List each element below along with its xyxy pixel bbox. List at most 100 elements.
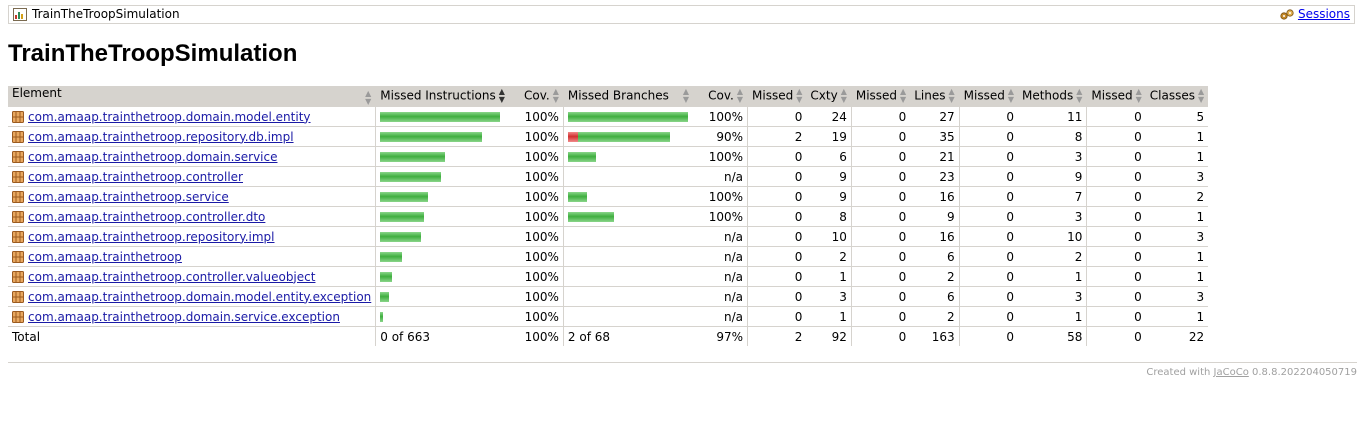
branch-covered-bar — [567, 211, 614, 222]
methods-cell: 1 — [1017, 306, 1087, 327]
missed-lines-cell: 0 — [850, 126, 911, 147]
header-instruction-coverage[interactable]: Cov. ▲ ▼ — [508, 86, 564, 107]
missed-classes-cell: 0 — [1086, 186, 1146, 207]
missed-instructions-cell — [375, 186, 509, 207]
package-link[interactable]: com.amaap.trainthetroop.domain.service.e… — [28, 310, 340, 324]
classes-cell: 1 — [1145, 126, 1209, 147]
element-cell: com.amaap.trainthetroop.domain.service — [8, 146, 376, 167]
branch-covered-bar — [567, 151, 596, 162]
table-row: com.amaap.trainthetroop.controller.value… — [8, 266, 1209, 287]
package-link[interactable]: com.amaap.trainthetroop.controller.value… — [28, 270, 315, 284]
table-header-row: Element ▲ ▼ Missed Instructions ▲ ▼ Cov. ▲ ▼ M… — [8, 86, 1209, 107]
element-cell: com.amaap.trainthetroop.controller.dto — [8, 206, 376, 227]
element-cell: com.amaap.trainthetroop.repository.db.im… — [8, 126, 376, 147]
header-complexity[interactable]: Cxty ▲ ▼ — [806, 86, 852, 107]
header-missed-instructions[interactable]: Missed Instructions ▲ ▼ — [375, 86, 509, 107]
package-link[interactable]: com.amaap.trainthetroop.controller.dto — [28, 210, 265, 224]
instruction-covered-bar — [380, 251, 403, 262]
jacoco-link[interactable]: JaCoCo — [1214, 367, 1249, 378]
classes-cell: 3 — [1145, 286, 1209, 307]
table-row: com.amaap.trainthetroop.controller 100% n/… — [8, 166, 1209, 187]
missed-lines-cell: 0 — [850, 266, 911, 287]
methods-cell: 10 — [1017, 226, 1087, 247]
header-branch-coverage[interactable]: Cov. ▲ ▼ — [693, 86, 748, 107]
missed-instructions-cell — [375, 226, 509, 247]
instruction-coverage-bar — [380, 227, 505, 246]
element-cell: com.amaap.trainthetroop.controller — [8, 166, 376, 187]
table-row: com.amaap.trainthetroop.controller.dto 10… — [8, 206, 1209, 227]
sessions-link[interactable]: Sessions — [1298, 7, 1350, 21]
missed-lines-cell: 0 — [850, 286, 911, 307]
header-classes[interactable]: Classes ▲ ▼ — [1145, 86, 1209, 107]
table-row: com.amaap.trainthetroop.repository.db.im… — [8, 126, 1209, 147]
branch-coverage-bar — [567, 147, 689, 166]
instruction-covered-bar — [380, 271, 393, 282]
missed-classes-cell: 0 — [1086, 266, 1146, 287]
table-row: com.amaap.trainthetroop.repository.impl 1… — [8, 226, 1209, 247]
package-link[interactable]: com.amaap.trainthetroop.domain.model.ent… — [28, 290, 371, 304]
branch-coverage-cell: 100% — [693, 206, 748, 227]
branch-coverage-cell: n/a — [693, 266, 748, 287]
package-link[interactable]: com.amaap.trainthetroop.service — [28, 190, 229, 204]
classes-cell: 1 — [1145, 266, 1209, 287]
total-missed-methods: 0 — [958, 326, 1018, 346]
package-icon — [12, 290, 24, 303]
header-missed-complexity[interactable]: Missed ▲ ▼ — [747, 86, 807, 107]
classes-cell: 3 — [1145, 166, 1209, 187]
total-methods: 58 — [1017, 326, 1087, 346]
instruction-covered-bar — [380, 191, 429, 202]
instruction-covered-bar — [380, 171, 442, 182]
coverage-table: Element ▲ ▼ Missed Instructions ▲ ▼ Cov. ▲ ▼ M… — [8, 86, 1209, 346]
element-cell: com.amaap.trainthetroop.controller.value… — [8, 266, 376, 287]
lines-cell: 21 — [910, 146, 960, 167]
complexity-cell: 24 — [806, 106, 852, 127]
header-missed-methods[interactable]: Missed ▲ ▼ — [958, 86, 1018, 107]
lines-cell: 23 — [910, 166, 960, 187]
missed-branches-cell — [562, 146, 694, 167]
instruction-covered-bar — [380, 211, 425, 222]
missed-branches-cell — [562, 246, 694, 267]
package-link[interactable]: com.amaap.trainthetroop.repository.db.im… — [28, 130, 294, 144]
total-missed-lines: 0 — [850, 326, 911, 346]
instruction-coverage-bar — [380, 287, 505, 306]
missed-lines-cell: 0 — [850, 186, 911, 207]
header-missed-lines[interactable]: Missed ▲ ▼ — [850, 86, 911, 107]
package-link[interactable]: com.amaap.trainthetroop.domain.model.ent… — [28, 110, 311, 124]
instruction-covered-bar — [380, 111, 501, 122]
missed-instructions-cell — [375, 106, 509, 127]
total-classes: 22 — [1145, 326, 1209, 346]
instruction-coverage-bar — [380, 207, 505, 226]
header-element[interactable]: Element ▲ ▼ — [8, 86, 376, 107]
branch-coverage-cell: 90% — [693, 126, 748, 147]
instruction-covered-bar — [380, 231, 422, 242]
total-lines: 163 — [910, 326, 960, 346]
header-methods[interactable]: Methods ▲ ▼ — [1017, 86, 1087, 107]
package-link[interactable]: com.amaap.trainthetroop — [28, 250, 182, 264]
total-missed-complexity: 2 — [747, 326, 807, 346]
breadcrumb-report: TrainTheTroopSimulation — [13, 7, 180, 21]
breadcrumb-report-title: TrainTheTroopSimulation — [32, 7, 180, 21]
package-link[interactable]: com.amaap.trainthetroop.repository.impl — [28, 230, 275, 244]
total-instruction-coverage: 100% — [508, 326, 564, 346]
package-link[interactable]: com.amaap.trainthetroop.domain.service — [28, 150, 277, 164]
missed-complexity-cell: 2 — [747, 126, 807, 147]
header-missed-classes[interactable]: Missed ▲ ▼ — [1086, 86, 1146, 107]
missed-methods-cell: 0 — [958, 266, 1018, 287]
header-missed-branches[interactable]: Missed Branches ▲ ▼ — [562, 86, 694, 107]
lines-cell: 2 — [910, 306, 960, 327]
header-lines[interactable]: Lines ▲ ▼ — [910, 86, 960, 107]
lines-cell: 9 — [910, 206, 960, 227]
table-row: com.amaap.trainthetroop.service 100% 100% 0… — [8, 186, 1209, 207]
classes-cell: 1 — [1145, 206, 1209, 227]
missed-classes-cell: 0 — [1086, 246, 1146, 267]
package-icon — [12, 310, 24, 323]
branch-coverage-cell: 100% — [693, 146, 748, 167]
missed-lines-cell: 0 — [850, 306, 911, 327]
instruction-coverage-cell: 100% — [508, 106, 564, 127]
package-link[interactable]: com.amaap.trainthetroop.controller — [28, 170, 243, 184]
table-row: com.amaap.trainthetroop.domain.model.ent… — [8, 106, 1209, 127]
missed-lines-cell: 0 — [850, 106, 911, 127]
total-complexity: 92 — [806, 326, 852, 346]
instruction-covered-bar — [380, 131, 483, 142]
lines-cell: 16 — [910, 186, 960, 207]
